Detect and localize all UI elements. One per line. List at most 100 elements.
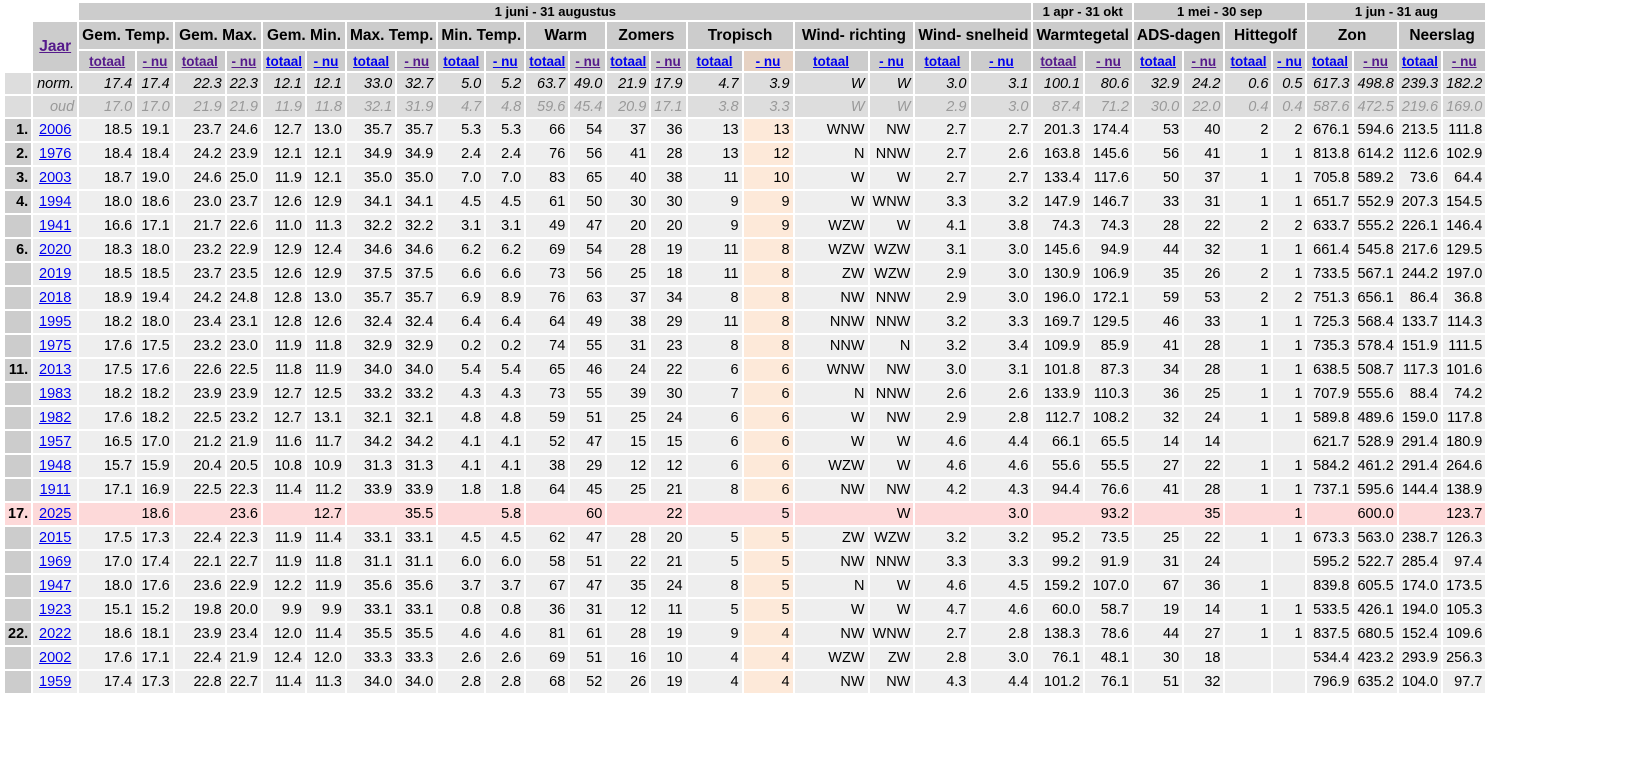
value-cell: 23.7	[174, 263, 225, 285]
sort-header-cell: totaal	[79, 51, 136, 71]
sort-by-year-link[interactable]: Jaar	[39, 38, 71, 55]
value-cell: 55	[570, 383, 606, 405]
sort-total-link[interactable]: totaal	[924, 54, 960, 69]
year-link[interactable]: 2013	[39, 362, 71, 378]
value-cell: 107.0	[1085, 575, 1132, 597]
value-cell: 4.4	[971, 431, 1032, 453]
year-link[interactable]: 2015	[39, 530, 71, 546]
year-link[interactable]: 1976	[39, 146, 71, 162]
value-cell: 104.0	[1398, 671, 1442, 693]
sort-header-cell: - nu	[743, 51, 793, 71]
year-link[interactable]: 1995	[39, 314, 71, 330]
year-link[interactable]: 2003	[39, 170, 71, 186]
rank-cell	[5, 96, 32, 117]
value-cell: 61	[570, 623, 606, 645]
sort-now-link[interactable]: - nu	[1363, 54, 1388, 69]
value-cell: 11.9	[307, 575, 345, 597]
sort-total-link[interactable]: totaal	[353, 54, 389, 69]
sort-total-link[interactable]: totaal	[1040, 54, 1076, 69]
sort-total-link[interactable]: totaal	[1230, 54, 1266, 69]
value-cell: 71.2	[1085, 96, 1132, 117]
year-link[interactable]: 1941	[39, 218, 71, 234]
sort-now-link[interactable]: - nu	[404, 54, 429, 69]
sort-now-link[interactable]: - nu	[756, 54, 781, 69]
year-link[interactable]: 1947	[39, 578, 71, 594]
table-row: 17. 2025 18.6 23.6 12.7 35.5 5.8 60 22 5 W 3.0 93.2 3…	[5, 503, 1486, 525]
sort-now-link[interactable]: - nu	[989, 54, 1014, 69]
value-cell: N	[794, 383, 868, 405]
year-link[interactable]: 1969	[39, 554, 71, 570]
value-cell: 2.8	[971, 407, 1032, 429]
value-cell: 69	[526, 239, 569, 261]
year-link[interactable]: 2002	[39, 650, 71, 666]
value-cell: 34.6	[397, 239, 437, 261]
value-cell: 24.2	[174, 287, 225, 309]
sort-total-link[interactable]: totaal	[813, 54, 849, 69]
sort-header-cell: totaal	[1225, 51, 1272, 71]
sort-now-link[interactable]: - nu	[575, 54, 600, 69]
value-cell: 87.4	[1033, 96, 1084, 117]
sort-header-cell: - nu	[137, 51, 173, 71]
year-link[interactable]: 1975	[39, 338, 71, 354]
sort-total-link[interactable]: totaal	[529, 54, 565, 69]
year-link[interactable]: 2006	[39, 122, 71, 138]
value-cell: 64.4	[1443, 167, 1486, 189]
year-link[interactable]: 2022	[39, 626, 71, 642]
year-link[interactable]: 1948	[39, 458, 71, 474]
sort-now-link[interactable]: - nu	[314, 54, 339, 69]
value-cell: 62	[526, 527, 569, 549]
value-cell: 31.3	[397, 455, 437, 477]
sort-header-cell: totaal	[915, 51, 970, 71]
year-link[interactable]: 2025	[39, 506, 71, 522]
value-cell: 545.8	[1354, 239, 1397, 261]
sort-total-link[interactable]: totaal	[610, 54, 646, 69]
value-cell: 38	[607, 311, 650, 333]
year-link[interactable]: 2018	[39, 290, 71, 306]
value-cell: 21	[651, 551, 686, 573]
year-link[interactable]: 1959	[39, 674, 71, 690]
year-link[interactable]: 1983	[39, 386, 71, 402]
year-link[interactable]: 1923	[39, 602, 71, 618]
sort-now-link[interactable]: - nu	[1191, 54, 1216, 69]
sort-now-link[interactable]: - nu	[493, 54, 518, 69]
sort-now-link[interactable]: - nu	[1277, 54, 1302, 69]
sort-total-link[interactable]: totaal	[182, 54, 218, 69]
sort-now-link[interactable]: - nu	[143, 54, 168, 69]
value-cell: 2.4	[438, 143, 485, 165]
value-cell: 4.6	[971, 599, 1032, 621]
value-cell: 22.5	[174, 407, 225, 429]
sort-total-link[interactable]: totaal	[1312, 54, 1348, 69]
year-link[interactable]: 2019	[39, 266, 71, 282]
year-link[interactable]: 1982	[39, 410, 71, 426]
sort-total-link[interactable]: totaal	[443, 54, 479, 69]
sort-now-link[interactable]: - nu	[231, 54, 256, 69]
year-link[interactable]: 2020	[39, 242, 71, 258]
sort-total-link[interactable]: totaal	[89, 54, 125, 69]
sort-total-link[interactable]: totaal	[266, 54, 302, 69]
value-cell: 50	[570, 191, 606, 213]
sort-now-link[interactable]: - nu	[656, 54, 681, 69]
sort-now-link[interactable]: - nu	[1452, 54, 1477, 69]
value-cell: 101.2	[1033, 671, 1084, 693]
value-cell: 32.7	[397, 73, 437, 94]
sort-total-link[interactable]: totaal	[1140, 54, 1176, 69]
value-cell: 35.7	[397, 287, 437, 309]
year-link[interactable]: 1994	[39, 194, 71, 210]
sort-now-link[interactable]: - nu	[1096, 54, 1121, 69]
value-cell: 1	[1225, 575, 1272, 597]
sort-total-link[interactable]: totaal	[1402, 54, 1438, 69]
table-row: 1969 17.0 17.4 22.1 22.7 11.9 11.8 31.1 31.1 6.0 6…	[5, 551, 1486, 573]
year-link[interactable]: 1911	[40, 482, 71, 498]
value-cell: 22	[1184, 215, 1224, 237]
value-cell	[1273, 647, 1306, 669]
sort-now-link[interactable]: - nu	[879, 54, 904, 69]
year-cell: 2019	[33, 263, 78, 285]
year-link[interactable]: 1957	[39, 434, 71, 450]
value-cell: 23.5	[226, 263, 261, 285]
value-cell: 2.8	[486, 671, 525, 693]
value-cell: W	[869, 167, 914, 189]
value-cell: 24	[651, 407, 686, 429]
sort-total-link[interactable]: totaal	[697, 54, 733, 69]
rank-cell: 6.	[5, 239, 32, 261]
value-cell: W	[794, 73, 868, 94]
